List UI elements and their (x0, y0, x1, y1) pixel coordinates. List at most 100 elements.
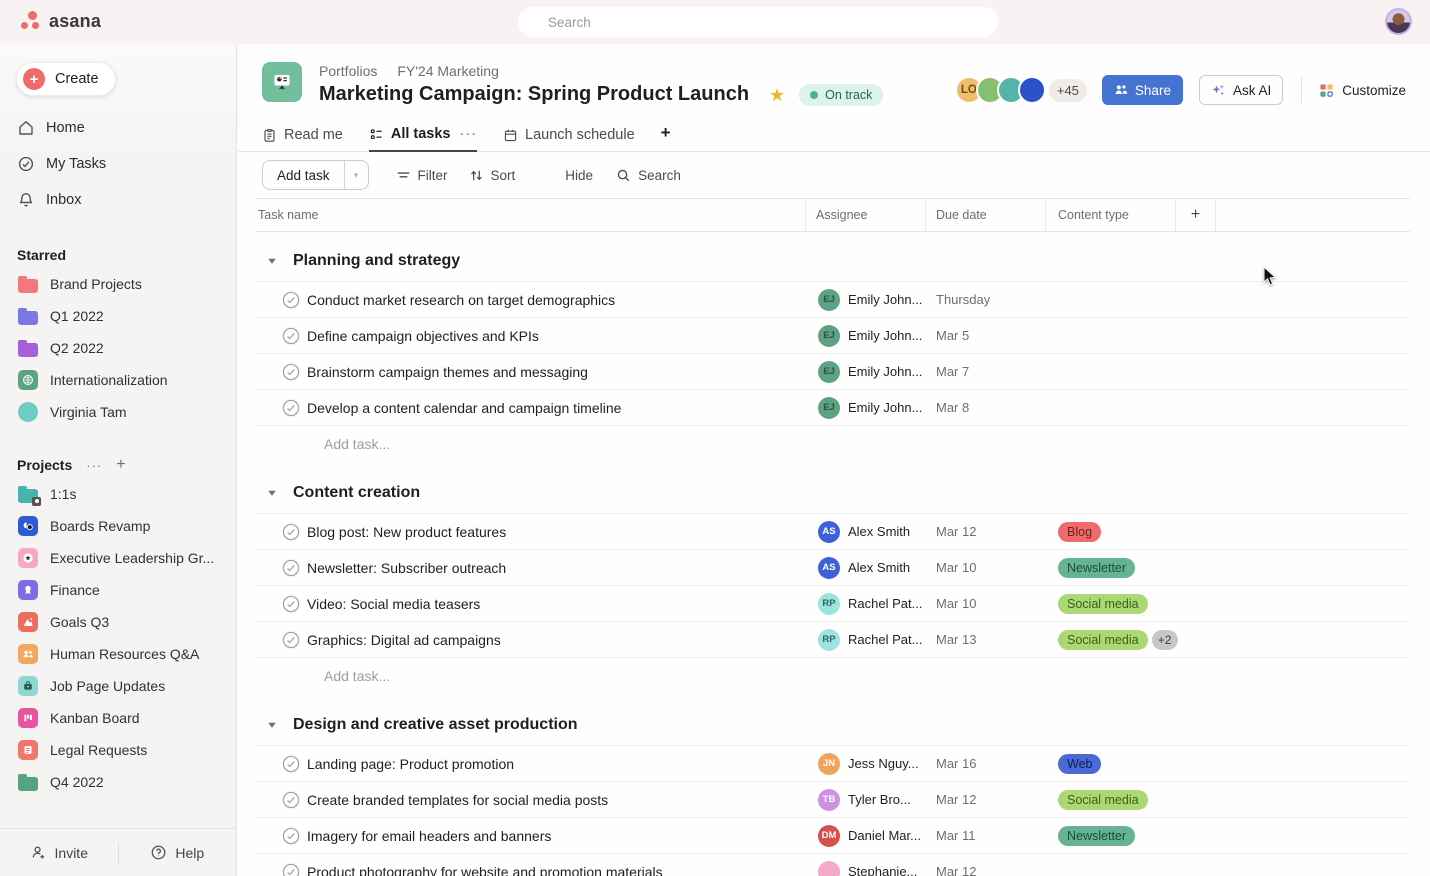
task-name[interactable]: Video: Social media teasers (307, 596, 480, 612)
due-date-cell[interactable]: Mar 16 (926, 756, 1046, 771)
task-row[interactable]: Landing page: Product promotionJNJess Ng… (256, 746, 1410, 782)
check-circle-icon[interactable] (282, 559, 300, 577)
check-circle-icon[interactable] (282, 291, 300, 309)
check-circle-icon[interactable] (282, 827, 300, 845)
content-type-cell[interactable]: Newsletter (1046, 558, 1176, 578)
starred-item[interactable]: Brand Projects (0, 268, 236, 300)
chevron-down-icon[interactable]: ▾ (344, 161, 368, 189)
content-type-cell[interactable]: Web (1046, 754, 1176, 774)
customize-button[interactable]: Customize (1319, 83, 1406, 98)
due-date-cell[interactable]: Mar 7 (926, 364, 1046, 379)
project-item[interactable]: Legal Requests (0, 734, 236, 766)
column-due-date[interactable]: Due date (926, 199, 1046, 231)
check-circle-icon[interactable] (282, 595, 300, 613)
section-header[interactable]: Design and creative asset production (256, 704, 1410, 746)
content-type-cell[interactable]: Social media+2 (1046, 630, 1176, 650)
task-row[interactable]: Video: Social media teasers RPRachel Pat.… (256, 586, 1410, 622)
task-row[interactable]: Newsletter: Subscriber outreach ASAlex Sm… (256, 550, 1410, 586)
task-row[interactable]: Blog post: New product featuresASAlex Sm… (256, 514, 1410, 550)
tab-all-tasks[interactable]: All tasks ··· (369, 126, 477, 152)
user-avatar[interactable] (1385, 8, 1412, 35)
task-row[interactable]: Define campaign objectives and KPIsEJEmi… (256, 318, 1410, 354)
tab-launch-schedule[interactable]: Launch schedule (503, 127, 635, 151)
task-name[interactable]: Define campaign objectives and KPIs (307, 328, 539, 344)
project-icon[interactable] (262, 62, 302, 102)
column-content-type[interactable]: Content type (1046, 199, 1176, 231)
project-item[interactable]: Boards Revamp (0, 510, 236, 542)
task-name[interactable]: Create branded templates for social medi… (307, 792, 608, 808)
more-members-badge[interactable]: +45 (1049, 79, 1087, 102)
due-date-cell[interactable]: Thursday (926, 292, 1046, 307)
content-type-tag[interactable]: Social media (1058, 594, 1148, 614)
content-type-cell[interactable]: Newsletter (1046, 826, 1176, 846)
task-search-button[interactable]: Search (616, 168, 681, 183)
starred-item[interactable]: Q1 2022 (0, 300, 236, 332)
due-date-cell[interactable]: Mar 8 (926, 400, 1046, 415)
section-header[interactable]: Planning and strategy (256, 240, 1410, 282)
add-tab-button[interactable]: + (661, 123, 671, 151)
check-circle-icon[interactable] (282, 755, 300, 773)
assignee-cell[interactable]: RPRachel Pat... (806, 593, 926, 615)
task-row[interactable]: Brainstorm campaign themes and messaging… (256, 354, 1410, 390)
task-name[interactable]: Imagery for email headers and banners (307, 828, 551, 844)
content-type-tag[interactable]: Social media (1058, 790, 1148, 810)
content-type-tag[interactable]: Web (1058, 754, 1101, 774)
project-item[interactable]: Finance (0, 574, 236, 606)
column-assignee[interactable]: Assignee (806, 199, 926, 231)
projects-more-icon[interactable]: ··· (86, 458, 102, 473)
content-type-cell[interactable]: Social media (1046, 790, 1176, 810)
content-type-tag[interactable]: Newsletter (1058, 826, 1135, 846)
check-circle-icon[interactable] (282, 363, 300, 381)
sort-button[interactable]: Sort (469, 168, 516, 183)
add-task-button[interactable]: Add task ▾ (262, 160, 369, 190)
share-button[interactable]: Share (1102, 75, 1183, 105)
check-circle-icon[interactable] (282, 631, 300, 649)
create-button[interactable]: + Create (16, 62, 116, 96)
page-title[interactable]: Marketing Campaign: Spring Product Launc… (319, 83, 749, 106)
check-circle-icon[interactable] (282, 523, 300, 541)
tab-read-me[interactable]: Read me (262, 127, 343, 151)
sidebar-item-home[interactable]: Home (0, 110, 236, 146)
invite-button[interactable]: Invite (0, 844, 118, 861)
starred-item[interactable]: Internationalization (0, 364, 236, 396)
content-type-cell[interactable]: Social media (1046, 594, 1176, 614)
project-item[interactable]: Kanban Board (0, 702, 236, 734)
assignee-cell[interactable]: RPRachel Pat... (806, 629, 926, 651)
task-name[interactable]: Graphics: Digital ad campaigns (307, 632, 501, 648)
assignee-cell[interactable]: ASAlex Smith (806, 557, 926, 579)
add-task-label[interactable]: Add task... (256, 668, 390, 684)
task-name[interactable]: Brainstorm campaign themes and messaging (307, 364, 588, 380)
task-name[interactable]: Blog post: New product features (307, 524, 506, 540)
assignee-cell[interactable]: TBTyler Bro... (806, 789, 926, 811)
due-date-cell[interactable]: Mar 10 (926, 596, 1046, 611)
check-circle-icon[interactable] (282, 399, 300, 417)
due-date-cell[interactable]: Mar 12 (926, 792, 1046, 807)
due-date-cell[interactable]: Mar 10 (926, 560, 1046, 575)
status-badge[interactable]: On track (799, 84, 883, 106)
task-name[interactable]: Newsletter: Subscriber outreach (307, 560, 506, 576)
task-row[interactable]: Develop a content calendar and campaign … (256, 390, 1410, 426)
check-circle-icon[interactable] (282, 327, 300, 345)
section-header[interactable]: Content creation (256, 472, 1410, 514)
projects-add-icon[interactable]: + (116, 456, 125, 474)
task-row[interactable]: Graphics: Digital ad campaigns RPRachel P… (256, 622, 1410, 658)
breadcrumb-portfolio-name[interactable]: FY'24 Marketing (397, 63, 499, 79)
breadcrumb-portfolios[interactable]: Portfolios (319, 63, 377, 79)
task-name[interactable]: Product photography for website and prom… (307, 864, 663, 876)
hide-button[interactable]: Hide (565, 168, 593, 183)
task-row[interactable]: Product photography for website and prom… (256, 854, 1410, 876)
content-type-tag[interactable]: Newsletter (1058, 558, 1135, 578)
check-circle-icon[interactable] (282, 863, 300, 876)
content-type-tag[interactable]: Social media (1058, 630, 1148, 650)
assignee-cell[interactable]: DMDaniel Mar... (806, 825, 926, 847)
tab-overflow-icon[interactable]: ··· (460, 126, 478, 142)
content-type-cell[interactable]: Blog (1046, 522, 1176, 542)
task-row[interactable]: Imagery for email headers and banners DMD… (256, 818, 1410, 854)
add-task-row[interactable]: Add task... (256, 658, 1410, 694)
due-date-cell[interactable]: Mar 11 (926, 828, 1046, 843)
search-input[interactable] (518, 7, 998, 37)
assignee-cell[interactable]: EJEmily John... (806, 397, 926, 419)
check-circle-icon[interactable] (282, 791, 300, 809)
collapse-triangle-icon[interactable] (267, 488, 277, 498)
due-date-cell[interactable]: Mar 12 (926, 864, 1046, 876)
